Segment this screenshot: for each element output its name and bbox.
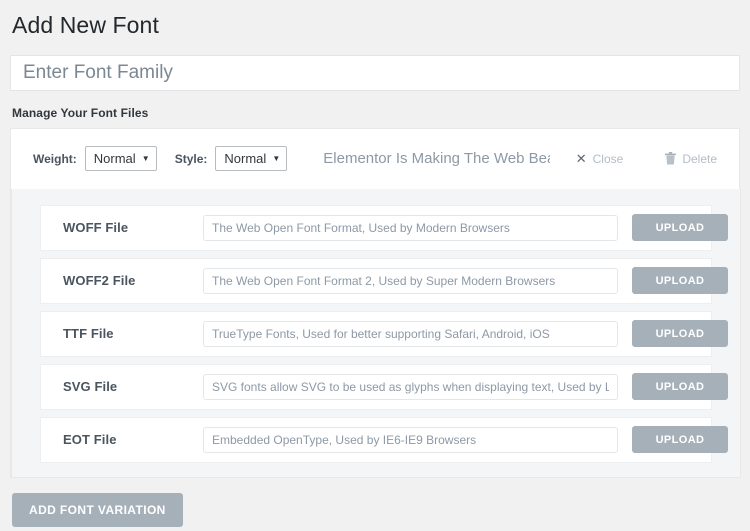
upload-button[interactable]: UPLOAD bbox=[632, 214, 728, 242]
file-row-woff2: WOFF2 File UPLOAD bbox=[40, 257, 728, 304]
font-preview-text: Elementor Is Making The Web Beautiful!!! bbox=[323, 150, 549, 168]
weight-label: Weight: bbox=[33, 151, 77, 166]
file-path-input[interactable] bbox=[203, 426, 618, 453]
file-row-eot: EOT File UPLOAD bbox=[40, 416, 728, 463]
add-new-font-page: Add New Font Manage Your Font Files Weig… bbox=[0, 0, 750, 531]
file-label: WOFF2 File bbox=[63, 273, 136, 289]
file-path-input[interactable] bbox=[203, 267, 618, 294]
upload-button[interactable]: UPLOAD bbox=[632, 426, 728, 454]
file-label: WOFF File bbox=[63, 220, 129, 236]
style-select[interactable]: Normal ▼ bbox=[215, 146, 288, 172]
style-select-value: Normal bbox=[224, 151, 267, 167]
file-path-input[interactable] bbox=[203, 373, 618, 400]
chevron-down-icon: ▼ bbox=[141, 153, 150, 163]
chevron-down-icon: ▼ bbox=[272, 153, 281, 163]
upload-button[interactable]: UPLOAD bbox=[632, 373, 728, 401]
delete-variation-button[interactable]: Delete bbox=[665, 152, 717, 166]
file-label: SVG File bbox=[63, 379, 118, 395]
manage-font-files-label: Manage Your Font Files bbox=[12, 105, 149, 120]
upload-button[interactable]: UPLOAD bbox=[632, 320, 728, 348]
page-title: Add New Font bbox=[12, 12, 159, 38]
file-path-input[interactable] bbox=[203, 320, 618, 347]
font-family-input[interactable] bbox=[10, 54, 740, 91]
weight-select[interactable]: Normal ▼ bbox=[84, 146, 157, 172]
font-variation-header: Weight: Normal ▼ Style: Normal ▼ Element… bbox=[11, 128, 739, 189]
style-label: Style: bbox=[174, 151, 208, 166]
file-row-woff: WOFF File UPLOAD bbox=[40, 204, 728, 251]
close-x-icon: ✕ bbox=[575, 150, 587, 166]
file-label: EOT File bbox=[63, 432, 117, 448]
font-variation-card: Weight: Normal ▼ Style: Normal ▼ Element… bbox=[10, 127, 741, 478]
file-row-svg: SVG File UPLOAD bbox=[40, 363, 728, 410]
file-row-ttf: TTF File UPLOAD bbox=[40, 310, 728, 357]
close-variation-button[interactable]: ✕ Close bbox=[576, 151, 624, 167]
file-path-input[interactable] bbox=[203, 214, 618, 241]
close-variation-label: Close bbox=[592, 151, 624, 166]
font-files-region: WOFF File UPLOAD WOFF2 File UPLOAD TTF F… bbox=[11, 188, 741, 478]
weight-select-value: Normal bbox=[93, 151, 136, 167]
file-label: TTF File bbox=[63, 326, 114, 342]
add-font-variation-button[interactable]: ADD FONT VARIATION bbox=[12, 492, 183, 527]
upload-button[interactable]: UPLOAD bbox=[632, 267, 728, 295]
trash-icon bbox=[665, 152, 677, 165]
delete-variation-label: Delete bbox=[682, 151, 717, 166]
